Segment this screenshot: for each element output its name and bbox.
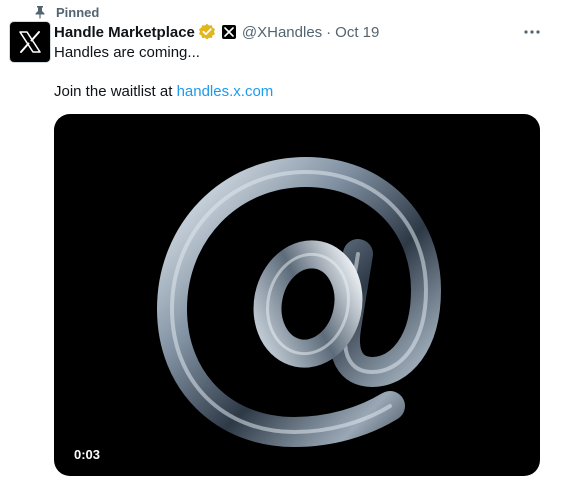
x-affiliate-badge-icon[interactable] [221, 25, 236, 39]
pinned-indicator: Pinned [34, 4, 99, 20]
at-sign-icon [157, 157, 441, 447]
avatar[interactable] [10, 22, 50, 62]
video-player[interactable]: 0:03 [54, 114, 540, 476]
tweet-text-line1: Handles are coming... [54, 44, 200, 61]
post-date[interactable]: Oct 19 [335, 24, 379, 41]
video-timestamp: 0:03 [74, 447, 101, 462]
waitlist-text: Join the waitlist at [54, 83, 177, 100]
handle[interactable]: @XHandles [242, 24, 322, 41]
more-options-button[interactable] [522, 24, 542, 40]
more-options-icon [524, 30, 540, 34]
separator: · [326, 23, 332, 41]
pin-icon [34, 5, 46, 19]
display-name[interactable]: Handle Marketplace [54, 24, 195, 41]
tweet-text-line2: Join the waitlist at handles.x.com [54, 82, 273, 102]
tweet-header: Handle Marketplace @XHandles · Oct 19 [54, 22, 379, 42]
gold-verified-badge-icon[interactable] [198, 23, 216, 41]
tweet-card[interactable]: Pinned Handle Marketplace @XHandles · Oc… [0, 0, 561, 482]
pinned-label: Pinned [56, 4, 100, 20]
x-logo-icon [19, 31, 41, 53]
waitlist-link[interactable]: handles.x.com [177, 83, 274, 100]
